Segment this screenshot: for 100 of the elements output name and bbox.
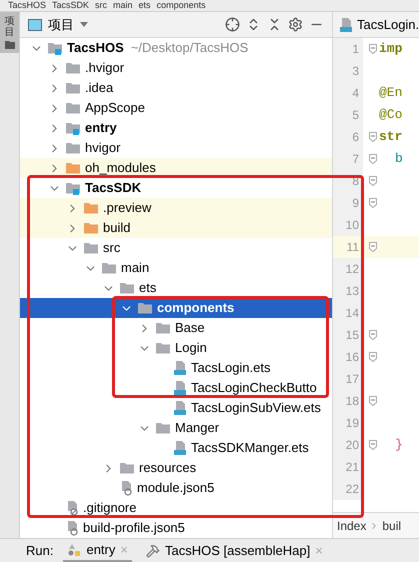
tree-item[interactable]: .gitignore — [20, 498, 332, 518]
folder-icon — [65, 181, 81, 195]
tree-item[interactable]: .preview — [20, 198, 332, 218]
line-number: 17 — [333, 368, 363, 390]
tree-item[interactable]: main — [20, 258, 332, 278]
run-label: Run: — [26, 542, 54, 560]
tree-item[interactable]: TacsLoginCheckButto — [20, 378, 332, 398]
fold-marker-icon[interactable] — [369, 330, 377, 340]
folder-icon — [119, 461, 135, 475]
line-number: 12 — [333, 258, 363, 280]
fold-marker-icon[interactable] — [369, 242, 377, 252]
breadcrumb-item[interactable]: buil — [382, 516, 402, 534]
fold-marker-icon[interactable] — [369, 198, 377, 208]
fold-marker-icon[interactable] — [369, 154, 377, 164]
folder-icon — [83, 201, 99, 215]
tree-item[interactable]: module.json5 — [20, 478, 332, 498]
file-icon — [173, 400, 187, 416]
fold-marker-icon[interactable] — [369, 440, 377, 450]
tree-item[interactable]: build-profile.json5 — [20, 518, 332, 538]
line-number: 1 — [333, 38, 363, 60]
tree-item[interactable]: TacsLogin.ets — [20, 358, 332, 378]
file-icon — [173, 360, 187, 376]
folder-icon — [137, 301, 153, 315]
panel-title[interactable]: 项目 — [48, 14, 74, 34]
folder-icon — [155, 341, 171, 355]
tree-item[interactable]: Base — [20, 318, 332, 338]
line-number: 10 — [333, 214, 363, 236]
editor-tab[interactable]: TacsLogin. — [333, 12, 419, 38]
tree-item[interactable]: TacsLoginSubView.ets — [20, 398, 332, 418]
breadcrumb-item[interactable]: TacsSDK — [52, 1, 90, 10]
folder-icon — [101, 261, 117, 275]
folder-icon — [155, 321, 171, 335]
tree-item[interactable]: .idea — [20, 78, 332, 98]
tree-item[interactable]: TacsSDK — [20, 178, 332, 198]
folder-icon — [83, 241, 99, 255]
tree-item[interactable]: components — [20, 298, 332, 318]
code-text: @En — [379, 84, 402, 102]
code-text: b — [394, 150, 403, 168]
run-tab[interactable]: entry × — [63, 539, 132, 562]
window-icon — [28, 18, 42, 30]
tree-item[interactable]: build — [20, 218, 332, 238]
folder-icon — [65, 161, 81, 175]
tree-item[interactable]: hvigor — [20, 138, 332, 158]
breadcrumb-item[interactable]: Index — [337, 516, 366, 534]
run-tab[interactable]: TacsHOS [assembleHap] × — [142, 539, 327, 562]
line-number: 6 — [333, 126, 363, 148]
tree-item[interactable]: Login — [20, 338, 332, 358]
line-number: 20 — [333, 434, 363, 456]
code-text: } — [394, 436, 403, 454]
code-text: imp — [379, 40, 402, 58]
line-number: 3 — [333, 60, 363, 82]
breadcrumb-item[interactable]: TacsHOS — [8, 1, 46, 10]
line-number: 4 — [333, 82, 363, 104]
fold-marker-icon[interactable] — [369, 176, 377, 186]
tree-item[interactable]: src — [20, 238, 332, 258]
settings-icon[interactable] — [288, 17, 303, 32]
dropdown-caret-icon[interactable] — [80, 22, 88, 27]
file-icon — [173, 440, 187, 456]
line-number: 22 — [333, 478, 363, 500]
line-number: 5 — [333, 104, 363, 126]
file-icon — [339, 16, 353, 32]
folder-icon — [47, 41, 63, 55]
code-text: str — [379, 128, 402, 146]
line-number: 11 — [346, 239, 360, 256]
tree-item[interactable]: resources — [20, 458, 332, 478]
breadcrumb-item[interactable]: ets — [138, 1, 151, 10]
line-number: 21 — [333, 456, 363, 478]
fold-marker-icon[interactable] — [369, 132, 377, 142]
line-number: 19 — [333, 412, 363, 434]
tree-item[interactable]: .hvigor — [20, 58, 332, 78]
tree-item[interactable]: Manger — [20, 418, 332, 438]
file-icon — [173, 380, 187, 396]
folder-icon — [119, 281, 135, 295]
fold-marker-icon[interactable] — [369, 352, 377, 362]
line-number: 18 — [333, 390, 363, 412]
file-icon — [65, 520, 79, 536]
line-number: 15 — [333, 324, 363, 346]
locate-icon[interactable] — [225, 17, 240, 32]
line-number: 9 — [333, 192, 363, 214]
fold-marker-icon[interactable] — [369, 396, 377, 406]
breadcrumb-item[interactable]: components — [156, 1, 206, 10]
tree-item[interactable]: AppScope — [20, 98, 332, 118]
hammer-icon — [146, 544, 160, 558]
folder-icon — [155, 421, 171, 435]
tree-item[interactable]: TacsSDKManger.ets — [20, 438, 332, 458]
line-number: 16 — [333, 346, 363, 368]
line-number: 7 — [333, 148, 363, 170]
line-number: 14 — [333, 302, 363, 324]
breadcrumb-item[interactable]: main — [113, 1, 133, 10]
folder-icon — [83, 221, 99, 235]
tree-item[interactable]: entry — [20, 118, 332, 138]
tree-item[interactable]: TacsHOS ~/Desktop/TacsHOS — [20, 38, 332, 58]
breadcrumb-item[interactable]: src — [95, 1, 108, 10]
file-icon — [119, 480, 133, 496]
folder-icon — [65, 121, 81, 135]
side-tab[interactable]: 项目 — [0, 12, 19, 53]
code-text: @Co — [379, 106, 402, 124]
tree-item[interactable]: ets — [20, 278, 332, 298]
app-icon — [67, 542, 82, 556]
fold-marker-icon[interactable] — [369, 44, 377, 54]
